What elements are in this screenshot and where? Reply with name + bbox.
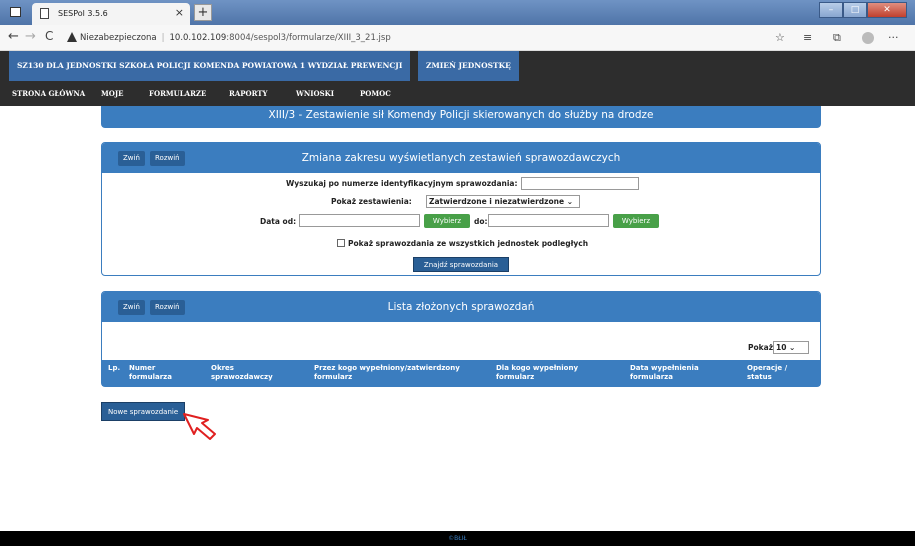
menu-home[interactable]: STRONA GŁÓWNA — [12, 82, 85, 106]
browser-tab[interactable]: SESPol 3.5.6 × — [32, 3, 190, 25]
window-controls: – □ ✕ — [819, 2, 907, 19]
back-icon[interactable]: ← — [8, 29, 19, 44]
menu-forms[interactable]: FORMULARZE — [149, 82, 206, 106]
address-bar: ← → C Niezabezpieczona | 10.0.102.109:8004… — [0, 25, 915, 51]
menu-reports[interactable]: RAPORTY — [229, 82, 268, 106]
url-path: :8004/sespol3/formularze/XIII_3_21.jsp — [226, 33, 391, 43]
list-panel: Zwiń Rozwiń Lista złożonych sprawozdań P… — [101, 291, 821, 387]
page-size-select[interactable]: 10 ⌄ — [773, 341, 809, 354]
filter-panel: Zwiń Rozwiń Zmiana zakresu wyświetlanych… — [101, 142, 821, 276]
menu-help[interactable]: POMOC — [360, 82, 391, 106]
change-unit-link[interactable]: ZMIEŃ JEDNOSTKĘ — [418, 51, 519, 81]
date-from-label: Data od: — [260, 217, 297, 226]
browser-titlebar: SESPol 3.5.6 × + – □ ✕ — [0, 0, 915, 25]
list-panel-title: Lista złożonych sprawozdań — [387, 301, 535, 313]
search-label: Wyszukaj po numerze identyfikacyjnym spr… — [286, 179, 518, 188]
date-from-choose-button[interactable]: Wybierz — [424, 214, 470, 228]
window-menu-icon[interactable] — [10, 7, 21, 17]
unit-name: SZ130 DLA JEDNOSTKI SZKOŁA POLICJI KOMEN… — [9, 51, 411, 81]
profile-avatar[interactable] — [862, 32, 874, 44]
col-operations: Operacje / status — [747, 364, 788, 381]
page-size-label: Pokaż — [748, 343, 774, 352]
filter-panel-title: Zmiana zakresu wyświetlanych zestawień s… — [301, 152, 621, 164]
date-to-input[interactable] — [488, 214, 609, 227]
maximize-button[interactable]: □ — [843, 2, 867, 18]
url-host: 10.0.102.109 — [169, 33, 227, 43]
all-units-checkbox[interactable] — [337, 239, 345, 247]
pointer-arrow-icon — [183, 413, 216, 440]
menu-requests[interactable]: WNIOSKI — [296, 82, 334, 106]
tab-close-icon[interactable]: × — [175, 6, 184, 19]
page-size-value: 10 — [776, 343, 787, 352]
find-reports-button[interactable]: Znajdź sprawozdania — [413, 257, 509, 272]
security-label: Niezabezpieczona — [80, 33, 157, 43]
col-filled-for: Dla kogo wypełniony formularz — [496, 364, 579, 381]
favorites-icon[interactable]: ≡ — [803, 31, 812, 44]
forward-icon[interactable]: → — [25, 29, 36, 44]
all-units-label: Pokaż sprawozdania ze wszystkich jednost… — [348, 239, 589, 248]
col-period: Okres sprawozdawczy — [211, 364, 273, 381]
warning-icon[interactable] — [67, 32, 77, 42]
reload-icon[interactable]: C — [45, 29, 53, 43]
show-status-value: Zatwierdzone i niezatwierdzone — [429, 197, 565, 206]
filter-panel-header: Zwiń Rozwiń Zmiana zakresu wyświetlanych… — [102, 143, 820, 173]
minimize-button[interactable]: – — [819, 2, 843, 18]
collections-icon[interactable]: ⧉ — [833, 31, 841, 45]
url-field[interactable]: Niezabezpieczona | 10.0.102.109:8004/sespo… — [80, 33, 391, 43]
show-label: Pokaż zestawienia: — [331, 197, 412, 206]
date-to-choose-button[interactable]: Wybierz — [613, 214, 659, 228]
form-title: XIII/3 - Zestawienie sił Komendy Policji… — [101, 106, 821, 128]
more-menu-icon[interactable]: ··· — [888, 31, 899, 44]
window-close-button[interactable]: ✕ — [867, 2, 907, 18]
date-from-input[interactable] — [299, 214, 420, 227]
read-aloud-icon[interactable]: ☆ — [775, 31, 785, 44]
col-form-number: Numer formularza — [129, 364, 172, 381]
footer: ©BŁIŁ — [0, 531, 915, 546]
tab-title: SESPol 3.5.6 — [58, 9, 108, 18]
show-status-select[interactable]: Zatwierdzone i niezatwierdzone ⌄ — [426, 195, 580, 208]
app-header: SZ130 DLA JEDNOSTKI SZKOŁA POLICJI KOMEN… — [0, 51, 915, 82]
list-panel-header: Zwiń Rozwiń Lista złożonych sprawozdań — [102, 292, 820, 322]
reports-table-header: Lp. Numer formularza Okres sprawozdawczy… — [102, 360, 820, 386]
page-icon — [40, 8, 49, 19]
col-fill-date: Data wypełnienia formularza — [630, 364, 699, 381]
main-menu: STRONA GŁÓWNA MOJE FORMULARZE RAPORTY WN… — [0, 82, 915, 106]
col-filled-by: Przez kogo wypełniony/zatwierdzony formu… — [314, 364, 460, 381]
date-to-label: do: — [474, 217, 488, 226]
menu-mine[interactable]: MOJE — [101, 82, 124, 106]
new-tab-button[interactable]: + — [194, 4, 212, 21]
new-report-button[interactable]: Nowe sprawozdanie — [101, 402, 186, 421]
col-lp: Lp. — [108, 364, 121, 372]
report-id-search-input[interactable] — [521, 177, 639, 190]
